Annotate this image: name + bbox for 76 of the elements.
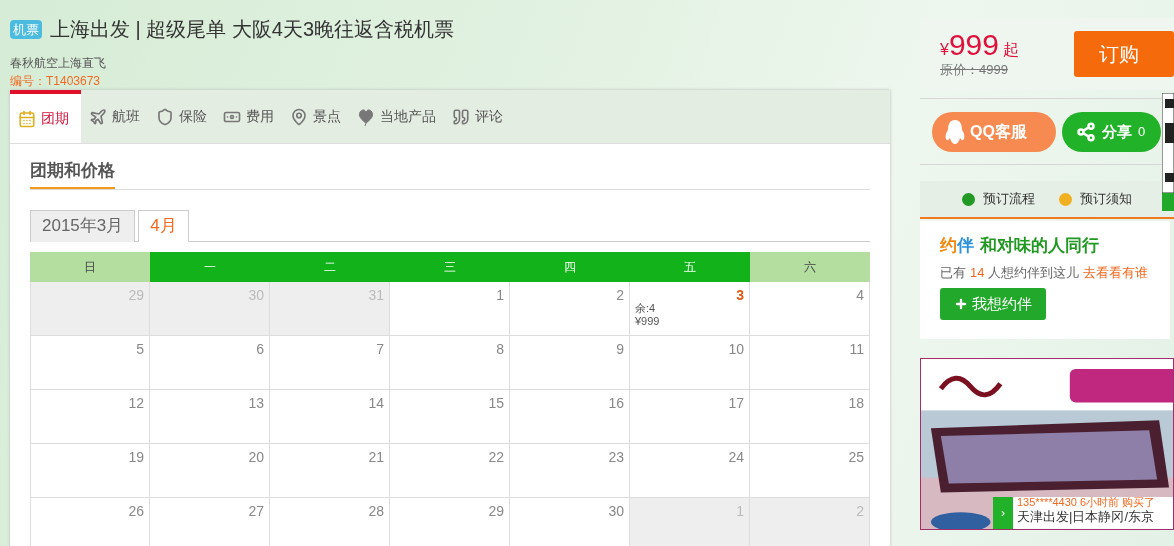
day-number: 29 <box>488 503 504 518</box>
category-badge: 机票 <box>10 19 42 39</box>
day-number: 6 <box>256 341 264 356</box>
day-number: 21 <box>368 449 384 464</box>
day-number: 2 <box>616 287 624 302</box>
companion-text: 人想约伴到这儿 <box>988 263 1080 282</box>
day-number: 11 <box>849 341 864 356</box>
section-tab[interactable]: 团期 <box>10 90 81 143</box>
day-number: 28 <box>368 503 384 518</box>
day-number: 10 <box>728 341 744 356</box>
day-number: 20 <box>248 449 264 464</box>
section-heading: 团期和价格 <box>30 158 115 189</box>
calendar-icon <box>18 109 36 128</box>
share-count: 0 <box>1138 123 1146 142</box>
day-number: 30 <box>608 503 624 518</box>
weekday-header: 四 <box>510 251 630 282</box>
day-number: 15 <box>488 395 504 410</box>
section-tab[interactable]: 航班 <box>81 90 148 143</box>
day-number: 24 <box>728 449 744 464</box>
seats-left: 余:4 <box>635 301 657 316</box>
weekday-header: 二 <box>270 251 390 282</box>
companion-text: 已有 <box>940 263 966 282</box>
section-tab[interactable]: 费用 <box>215 90 282 143</box>
toast-product: 天津出发|日本静冈/东京 <box>1017 510 1155 523</box>
day-number: 3 <box>736 287 744 302</box>
share-icon <box>1076 122 1096 142</box>
day-number: 23 <box>608 449 624 464</box>
day-number: 25 <box>848 449 864 464</box>
day-number: 19 <box>128 449 144 464</box>
day-cell[interactable]: 3 余:4 ¥999 <box>630 281 750 336</box>
weekday-header: 一 <box>150 251 270 282</box>
day-number: 12 <box>128 395 144 410</box>
day-number: 1 <box>496 287 504 302</box>
section-tab[interactable]: 当地产品 <box>349 90 444 143</box>
day-number: 4 <box>856 287 864 302</box>
product-title: 上海出发 | 超级尾单 大阪4天3晚往返含税机票 <box>50 17 455 42</box>
product-code: 编号：T1403673 <box>10 73 102 90</box>
shield-icon <box>156 107 174 126</box>
section-tab[interactable]: 景点 <box>282 90 349 143</box>
day-number: 13 <box>248 395 264 410</box>
day-number: 18 <box>848 395 864 410</box>
day-number: 16 <box>608 395 624 410</box>
day-number: 5 <box>136 341 144 356</box>
weekday-header: 日 <box>30 251 150 282</box>
penguin-icon <box>944 119 966 145</box>
companion-logo: 约伴 <box>940 237 974 255</box>
weekday-header: 六 <box>750 251 870 282</box>
day-number: 8 <box>496 341 504 356</box>
section-tab[interactable]: 保险 <box>148 90 215 143</box>
plane-icon <box>89 107 107 126</box>
month-tab[interactable]: 2015年3月 <box>30 209 136 242</box>
day-number: 27 <box>248 503 264 518</box>
original-price: 原价：4999 <box>940 61 1009 79</box>
toast-buyer: 135****4430 6小时前 购买了 <box>1017 497 1156 508</box>
booking-info-link[interactable]: 预订流程 <box>962 189 1035 209</box>
day-number: 14 <box>368 395 384 410</box>
companion-title: 和对味的人同行 <box>980 235 1099 257</box>
day-number: 17 <box>728 395 744 410</box>
section-tab[interactable]: 评论 <box>444 90 511 143</box>
price-amount: 999 <box>948 29 999 60</box>
day-price: ¥999 <box>635 315 661 329</box>
day-number: 22 <box>488 449 504 464</box>
companion-count: 14 <box>970 263 985 282</box>
price-suffix: 起 <box>1002 39 1019 60</box>
weekday-header: 五 <box>630 251 750 282</box>
day-number: 9 <box>616 341 624 356</box>
weekday-header: 三 <box>390 251 510 282</box>
balloon-icon <box>357 107 375 126</box>
quote-icon <box>452 107 470 126</box>
currency-sign: ¥ <box>940 40 949 60</box>
day-number: 26 <box>128 503 144 518</box>
booking-info-link[interactable]: 预订须知 <box>1059 189 1132 209</box>
airline-subtitle: 春秋航空上海直飞 <box>10 55 107 72</box>
day-number: 7 <box>376 341 384 356</box>
map-pin-icon <box>290 107 308 126</box>
plus-icon <box>954 297 968 311</box>
